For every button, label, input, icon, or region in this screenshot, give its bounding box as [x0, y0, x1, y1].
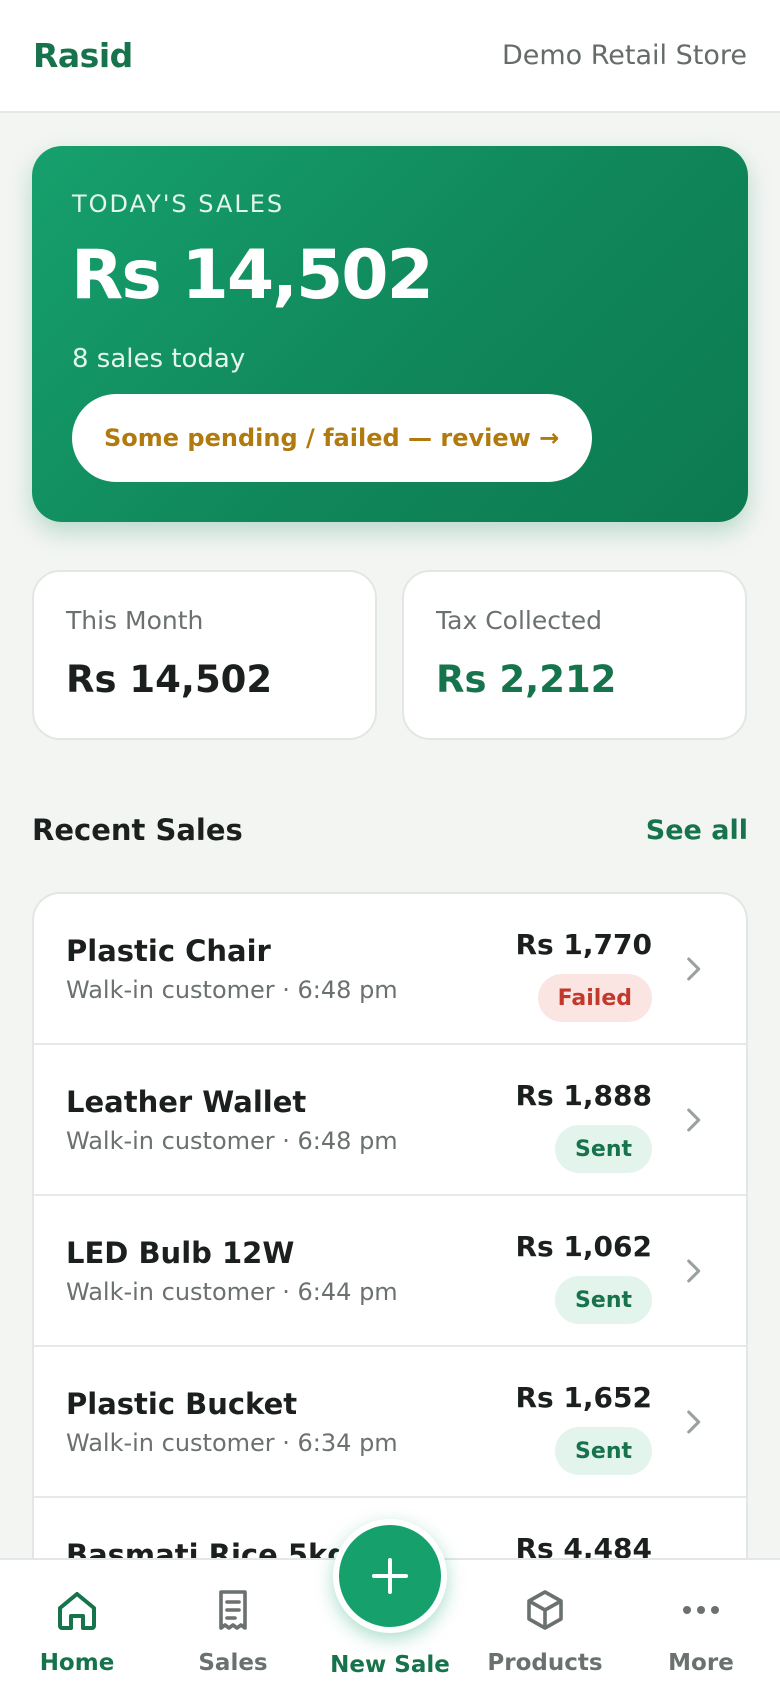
sale-item-amount: Rs 1,652 — [515, 1381, 652, 1414]
sale-row[interactable]: LED Bulb 12W Walk-in customer · 6:44 pm … — [34, 1196, 746, 1347]
app-brand: Rasid — [33, 36, 133, 75]
this-month-card: This Month Rs 14,502 — [32, 570, 377, 740]
new-sale-fab[interactable] — [333, 1519, 447, 1633]
app-header: Rasid Demo Retail Store — [0, 0, 780, 113]
home-icon — [58, 1592, 96, 1630]
sale-item-name: Plastic Bucket — [66, 1387, 298, 1421]
more-dots-icon — [683, 1606, 719, 1614]
sale-item-meta: Walk-in customer · 6:44 pm — [66, 1278, 398, 1306]
nav-home-label: Home — [39, 1650, 115, 1676]
nav-products[interactable]: Products — [470, 1560, 620, 1688]
chevron-right-icon — [687, 1108, 701, 1132]
status-badge: Sent — [555, 1125, 652, 1173]
chevron-right-icon — [687, 1259, 701, 1283]
nav-more-label: More — [668, 1650, 734, 1676]
recent-sales-title: Recent Sales — [32, 813, 243, 847]
todays-sales-label: TODAY'S SALES — [72, 190, 285, 218]
chevron-right-icon — [687, 1410, 701, 1434]
status-badge: Sent — [555, 1276, 652, 1324]
box-icon — [527, 1590, 563, 1630]
todays-sales-amount: Rs 14,502 — [71, 236, 434, 315]
store-name[interactable]: Demo Retail Store — [502, 40, 747, 71]
review-pending-button[interactable]: Some pending / failed — review → — [72, 394, 592, 482]
tax-collected-label: Tax Collected — [436, 606, 603, 635]
status-badge: Failed — [537, 974, 652, 1022]
sale-item-meta: Walk-in customer · 6:48 pm — [66, 1127, 398, 1155]
sale-row[interactable]: Leather Wallet Walk-in customer · 6:48 p… — [34, 1045, 746, 1196]
nav-products-label: Products — [487, 1650, 603, 1676]
status-badge: Sent — [555, 1427, 652, 1475]
chevron-right-icon — [687, 957, 701, 981]
sale-item-amount: Rs 1,770 — [515, 928, 652, 961]
todays-sales-count: 8 sales today — [72, 344, 246, 374]
sale-row[interactable]: Plastic Chair Walk-in customer · 6:48 pm… — [34, 894, 746, 1045]
sale-item-name: Leather Wallet — [66, 1085, 307, 1119]
plus-icon — [372, 1558, 408, 1594]
sale-item-meta: Walk-in customer · 6:48 pm — [66, 976, 398, 1004]
recent-sales-list: Plastic Chair Walk-in customer · 6:48 pm… — [32, 892, 748, 1572]
nav-more[interactable]: More — [626, 1560, 776, 1688]
nav-new-sale-label: New Sale — [330, 1652, 450, 1678]
nav-home[interactable]: Home — [2, 1560, 152, 1688]
this-month-label: This Month — [66, 606, 204, 635]
see-all-link[interactable]: See all — [646, 815, 748, 846]
nav-sales-label: Sales — [198, 1650, 268, 1676]
sale-item-amount: Rs 1,888 — [515, 1079, 652, 1112]
receipt-icon — [219, 1590, 247, 1630]
sale-item-amount: Rs 1,062 — [515, 1230, 652, 1263]
sale-item-name: Plastic Chair — [66, 934, 271, 968]
this-month-value: Rs 14,502 — [66, 658, 273, 701]
todays-sales-card: TODAY'S SALES Rs 14,502 8 sales today So… — [32, 146, 748, 522]
sale-item-name: LED Bulb 12W — [66, 1236, 295, 1270]
tax-collected-value: Rs 2,212 — [436, 658, 617, 701]
nav-sales[interactable]: Sales — [158, 1560, 308, 1688]
tax-collected-card: Tax Collected Rs 2,212 — [402, 570, 747, 740]
sale-item-meta: Walk-in customer · 6:34 pm — [66, 1429, 398, 1457]
sale-row[interactable]: Plastic Bucket Walk-in customer · 6:34 p… — [34, 1347, 746, 1498]
